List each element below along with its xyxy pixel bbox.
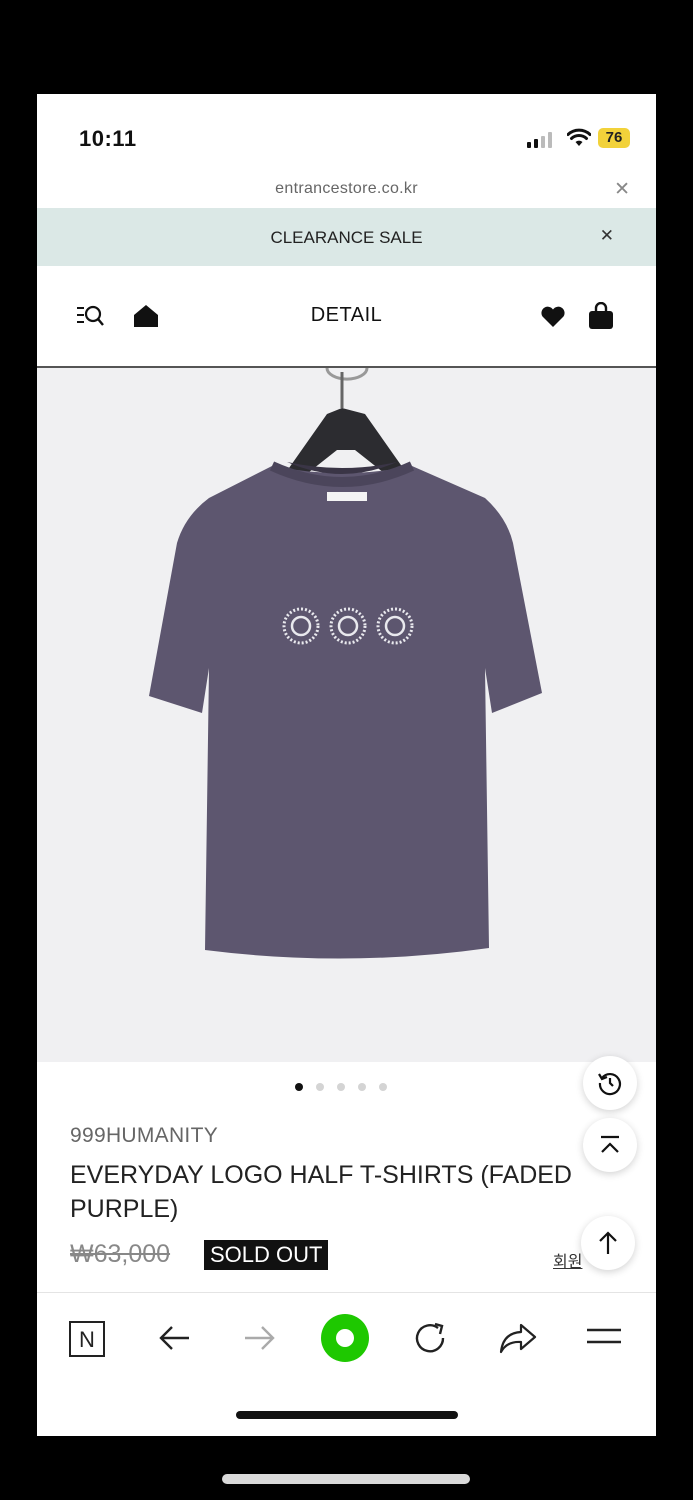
product-price: ₩63,000 xyxy=(70,1240,170,1269)
pagination-dot[interactable] xyxy=(316,1083,324,1091)
svg-text:N: N xyxy=(79,1327,95,1352)
sale-banner-text[interactable]: CLEARANCE SALE xyxy=(37,228,656,248)
naver-n-icon[interactable]: N xyxy=(69,1321,105,1357)
price-value: ₩63,000 xyxy=(70,1240,171,1268)
status-time: 10:11 xyxy=(79,126,137,151)
url-text[interactable]: entrancestore.co.kr xyxy=(37,180,656,198)
green-dot-icon[interactable] xyxy=(320,1313,370,1363)
url-bar[interactable]: entrancestore.co.kr ✕ xyxy=(37,174,656,208)
member-link[interactable]: 회원 xyxy=(553,1248,582,1272)
gallery-pagination[interactable] xyxy=(295,1078,400,1096)
heart-icon[interactable] xyxy=(540,306,566,328)
pagination-dot[interactable] xyxy=(295,1083,303,1091)
banner-close-icon[interactable]: ✕ xyxy=(600,226,614,246)
menu-icon[interactable] xyxy=(585,1325,623,1347)
tshirt-illustration xyxy=(149,368,542,959)
scroll-top-button[interactable] xyxy=(583,1118,637,1172)
site-header: DETAIL xyxy=(37,266,656,368)
pagination-dot[interactable] xyxy=(337,1083,345,1091)
share-icon[interactable] xyxy=(499,1321,537,1355)
scroll-top-icon xyxy=(601,1135,619,1153)
product-name: EVERYDAY LOGO HALF T-SHIRTS (FADED PURPL… xyxy=(70,1161,572,1223)
history-icon xyxy=(598,1073,621,1096)
sold-out-badge: SOLD OUT xyxy=(204,1240,329,1270)
product-image[interactable] xyxy=(37,368,656,1062)
phone-screen: 10:11 76 entrancestore.co.kr ✕ CLEARANCE… xyxy=(37,94,656,1436)
sale-banner[interactable]: CLEARANCE SALE ✕ xyxy=(37,208,656,266)
product-info: 999HUMANITY EVERYDAY LOGO HALF T-SHIRTS … xyxy=(37,1056,656,1292)
browser-toolbar: N xyxy=(37,1292,656,1436)
wifi-icon xyxy=(567,128,591,146)
refresh-icon[interactable] xyxy=(413,1321,449,1357)
history-button[interactable] xyxy=(583,1056,637,1110)
arrow-up-button[interactable] xyxy=(581,1216,635,1270)
back-arrow-icon[interactable] xyxy=(157,1323,191,1353)
url-close-icon[interactable]: ✕ xyxy=(614,178,630,201)
system-home-bar xyxy=(222,1474,470,1484)
status-bar: 10:11 76 xyxy=(37,94,656,174)
battery-indicator: 76 xyxy=(598,128,630,148)
pagination-dot[interactable] xyxy=(379,1083,387,1091)
signal-icon xyxy=(527,132,552,148)
shopping-bag-icon[interactable] xyxy=(588,302,614,330)
home-indicator[interactable] xyxy=(236,1411,458,1419)
pagination-dot[interactable] xyxy=(358,1083,366,1091)
product-brand[interactable]: 999HUMANITY xyxy=(70,1124,218,1148)
arrow-up-icon xyxy=(599,1231,617,1254)
forward-arrow-icon[interactable] xyxy=(243,1323,277,1353)
